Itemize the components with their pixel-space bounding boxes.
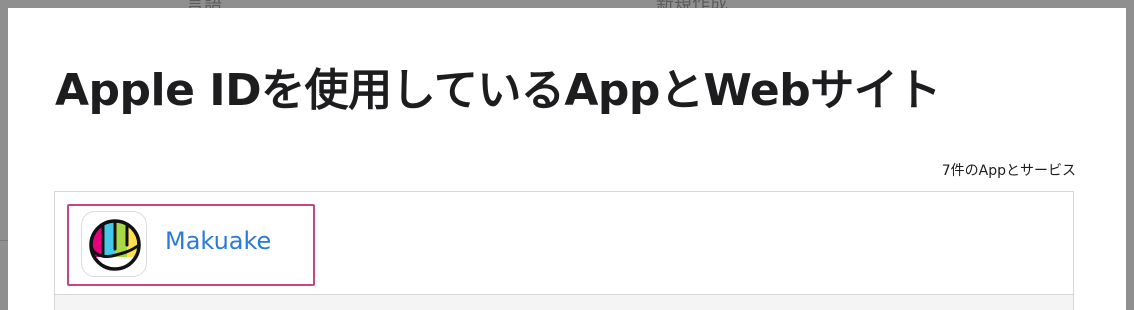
apps-modal: Apple IDを使用しているAppとWebサイト 7件のAppとサービス Ma… bbox=[8, 8, 1126, 310]
modal-title: Apple IDを使用しているAppとWebサイト bbox=[55, 65, 941, 116]
list-item[interactable]: Makuake bbox=[55, 192, 1073, 295]
makuake-logo-icon[interactable] bbox=[81, 211, 147, 277]
app-list: Makuake bbox=[54, 191, 1074, 310]
list-item[interactable] bbox=[55, 295, 1073, 310]
app-count: 7件のAppとサービス bbox=[941, 163, 1076, 179]
app-link-makuake[interactable]: Makuake bbox=[165, 227, 271, 255]
divider bbox=[0, 240, 8, 241]
